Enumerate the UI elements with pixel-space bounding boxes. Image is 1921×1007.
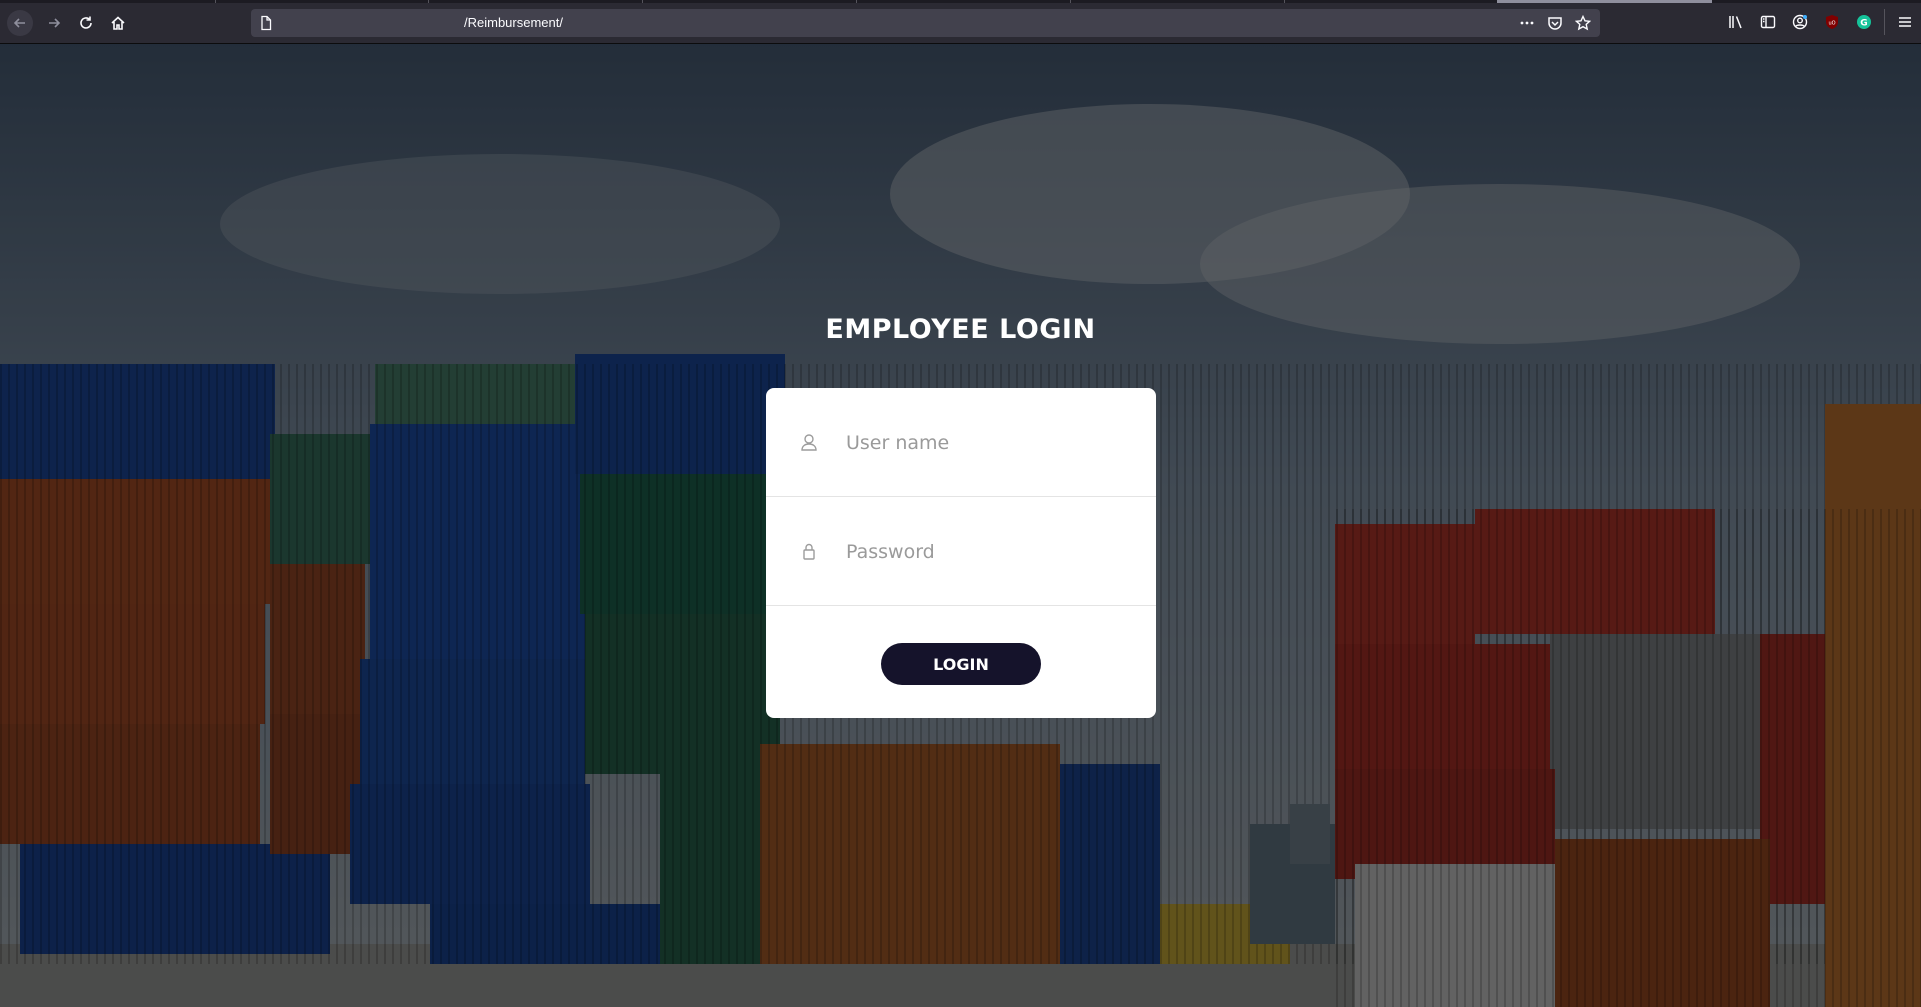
forward-arrow-icon	[49, 18, 61, 28]
page-viewport: EMPLOYEE LOGIN LOGIN	[0, 44, 1921, 1007]
page-icon	[258, 15, 274, 31]
reload-button[interactable]	[73, 10, 99, 36]
login-title: EMPLOYEE LOGIN	[825, 314, 1096, 345]
more-dots-icon[interactable]	[1516, 13, 1538, 33]
username-field-row	[766, 388, 1156, 497]
back-arrow-icon	[13, 18, 25, 28]
ublock-icon[interactable]: uO	[1816, 9, 1848, 35]
library-icon[interactable]	[1720, 9, 1752, 35]
home-icon	[111, 16, 125, 30]
lock-icon	[799, 541, 819, 561]
pocket-icon[interactable]	[1544, 13, 1566, 33]
back-button[interactable]	[7, 10, 33, 36]
hamburger-menu-icon[interactable]	[1889, 9, 1921, 35]
password-input[interactable]	[844, 531, 1128, 573]
forward-button[interactable]	[41, 10, 67, 36]
star-icon[interactable]	[1572, 13, 1594, 33]
login-form: LOGIN	[766, 388, 1156, 718]
url-text[interactable]: /Reimbursement/	[464, 15, 563, 30]
svg-text:G: G	[1860, 19, 1867, 29]
password-field-row	[766, 497, 1156, 606]
reload-icon	[80, 16, 92, 29]
browser-toolbar: /Reimbursement/ uO G	[0, 0, 1921, 44]
toolbar-divider	[1884, 9, 1885, 35]
tab-strip	[0, 0, 1921, 3]
login-section: EMPLOYEE LOGIN LOGIN	[0, 44, 1921, 1007]
home-button[interactable]	[105, 10, 131, 36]
login-button[interactable]: LOGIN	[881, 643, 1041, 685]
toolbar-right: uO G	[1720, 9, 1921, 35]
svg-text:uO: uO	[1828, 21, 1835, 27]
user-icon	[799, 432, 819, 452]
url-actions	[1516, 13, 1594, 33]
username-input[interactable]	[844, 422, 1128, 464]
grammarly-icon[interactable]: G	[1848, 9, 1880, 35]
sidebar-icon[interactable]	[1752, 9, 1784, 35]
url-bar[interactable]: /Reimbursement/	[251, 9, 1600, 37]
account-icon[interactable]	[1784, 9, 1816, 35]
